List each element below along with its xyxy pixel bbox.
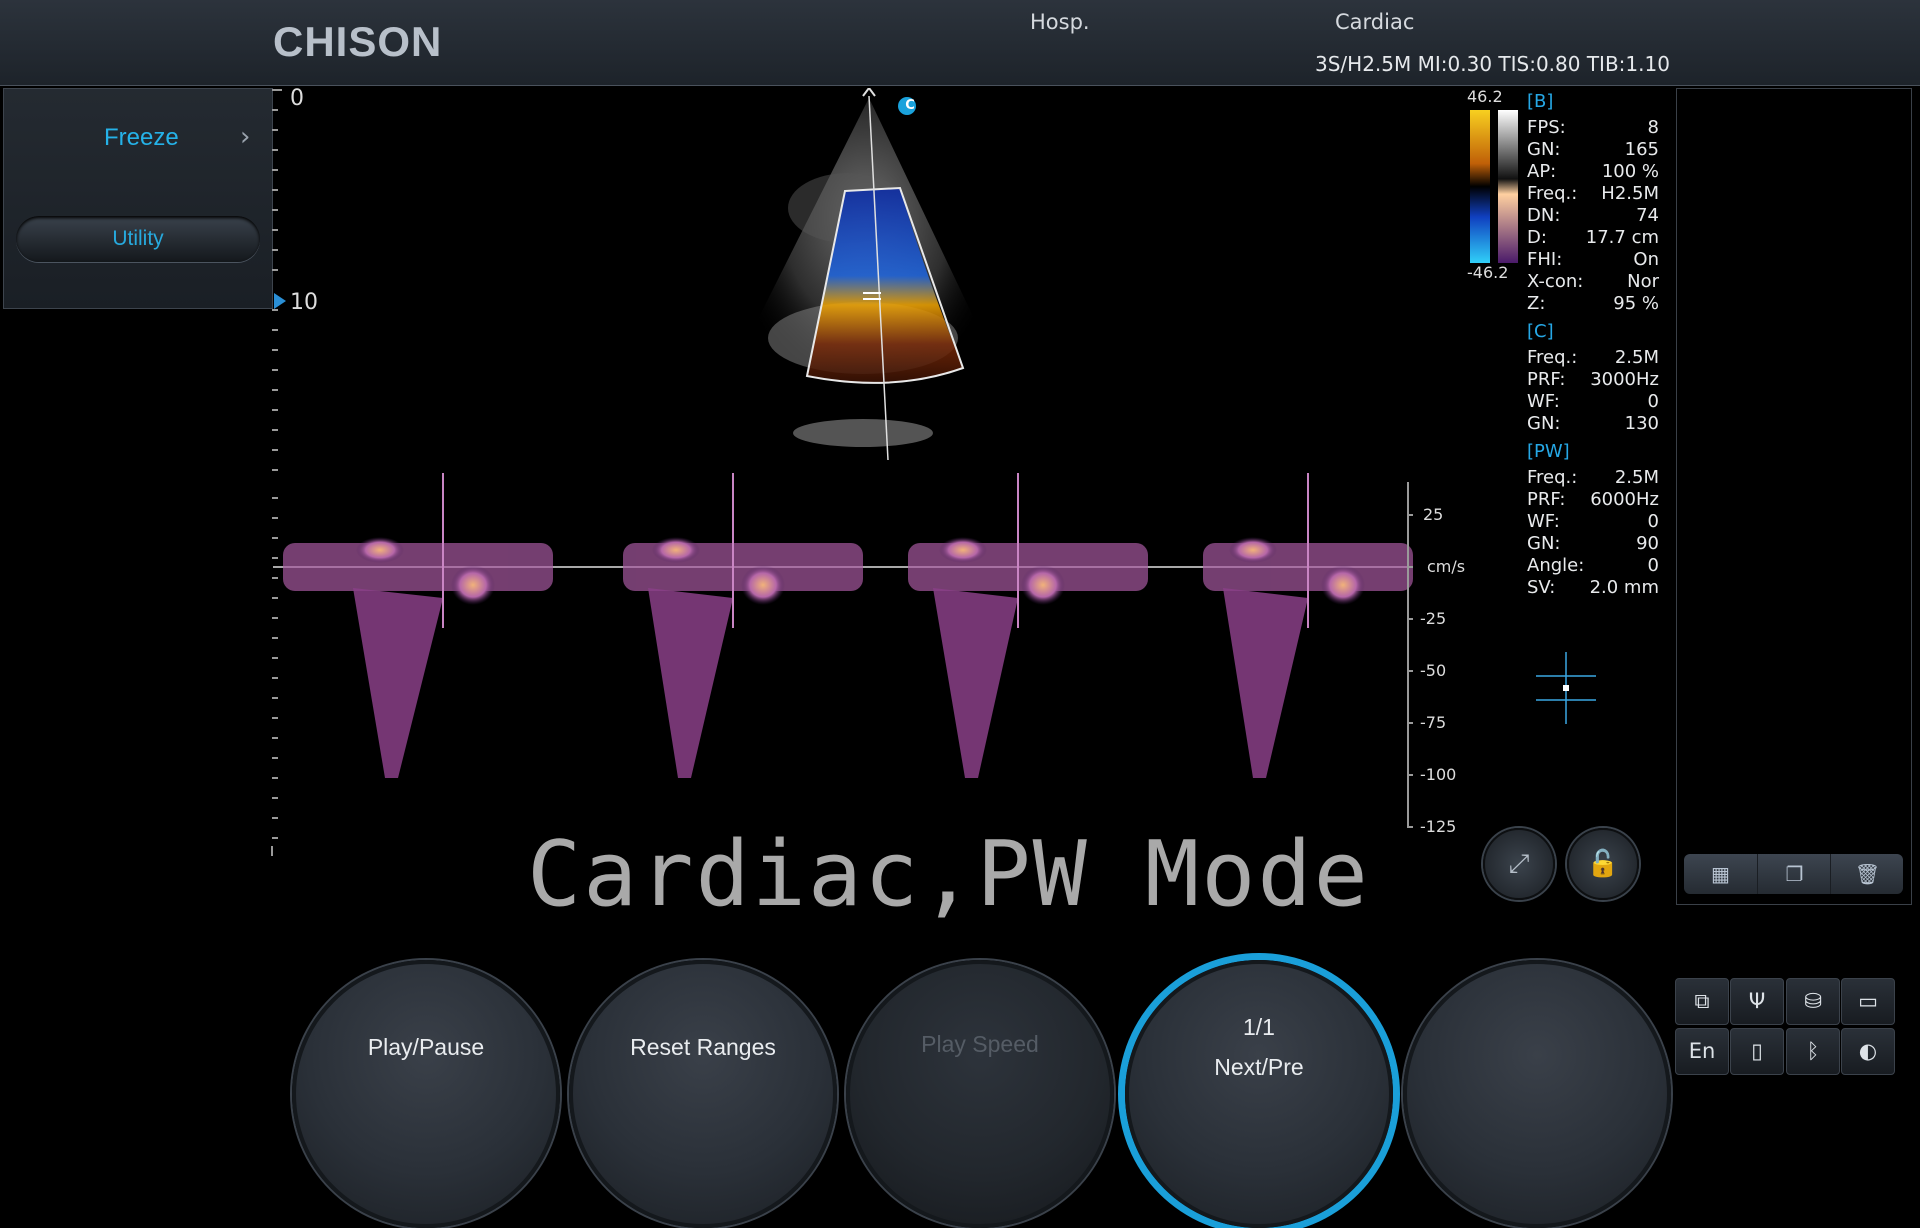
knob-label: Play Speed [921,1031,1039,1057]
color-bar [1470,110,1518,263]
printer-icon[interactable]: ▭ [1841,978,1895,1025]
play-pause-knob[interactable]: Play/Pause [292,960,560,1228]
color-bar-max: 46.2 [1467,87,1503,106]
storage-icon[interactable]: ⛁ [1786,978,1840,1025]
knob-label: Play/Pause [367,1034,485,1060]
knob-label-bottom: Next/Pre [1214,1054,1304,1080]
utility-button[interactable]: Utility [16,216,260,262]
left-menu-panel: Freeze › Utility [3,88,273,309]
velocity-label: -75 [1420,713,1447,732]
velocity-label: 25 [1423,505,1444,524]
brand-logo: CHISON [273,18,443,65]
velocity-scale-ticks [1407,482,1415,828]
hospital-label: Hosp. [1030,10,1090,34]
velocity-label: -100 [1420,765,1457,784]
ultrasound-image[interactable] [273,86,1415,838]
crosshair-icon [1536,652,1596,724]
exam-label: Cardiac [1335,10,1415,34]
chevron-right-icon[interactable]: › [240,122,250,152]
freeze-button[interactable]: Freeze [104,124,179,152]
section-pw-header: [PW] [1527,441,1570,462]
mode-title: Cardiac,PW Mode [527,822,1370,927]
play-speed-knob[interactable]: Play Speed [846,960,1114,1228]
knob-label: Reset Ranges [630,1034,776,1060]
color-bar-min: -46.2 [1467,263,1509,282]
section-b-header: [B] [1527,91,1554,112]
next-pre-knob[interactable]: 1/1 Next/Pre [1125,960,1393,1228]
copy-icon[interactable]: ❐ [1757,854,1831,894]
fullscreen-icon[interactable]: ⤢ [1483,828,1555,900]
trash-icon[interactable]: 🗑 [1830,854,1904,894]
section-c-header: [C] [1527,321,1554,342]
ultrasound-canvas [273,86,1415,828]
network-icon[interactable]: ⧉ [1675,978,1729,1025]
language-button[interactable]: En [1675,1028,1729,1075]
brightness-icon[interactable]: ◐ [1841,1028,1895,1075]
velocity-label: -125 [1420,817,1457,836]
image-grid-icon[interactable]: ▦ [1684,854,1757,894]
velocity-label: -50 [1420,661,1447,680]
velocity-unit: cm/s [1427,557,1466,576]
usb-icon[interactable]: Ψ [1730,978,1784,1025]
knob-label-top: 1/1 [1243,1014,1275,1040]
velocity-label: -25 [1420,609,1447,628]
pw-spectrum [273,473,1413,778]
cursor-badge: C [905,98,915,113]
probe-info: 3S/H2.5M MI:0.30 TIS:0.80 TIB:1.10 [1315,52,1670,76]
unlock-icon[interactable]: 🔓 [1567,828,1639,900]
blank-knob[interactable] [1403,960,1671,1228]
battery-icon[interactable]: ▯ [1730,1028,1784,1075]
reset-ranges-knob[interactable]: Reset Ranges [569,960,837,1228]
bluetooth-icon[interactable]: ᛒ [1786,1028,1840,1075]
thumbnail-toolbar: ▦ ❐ 🗑 [1684,854,1903,894]
thumbnail-panel[interactable] [1676,88,1912,905]
